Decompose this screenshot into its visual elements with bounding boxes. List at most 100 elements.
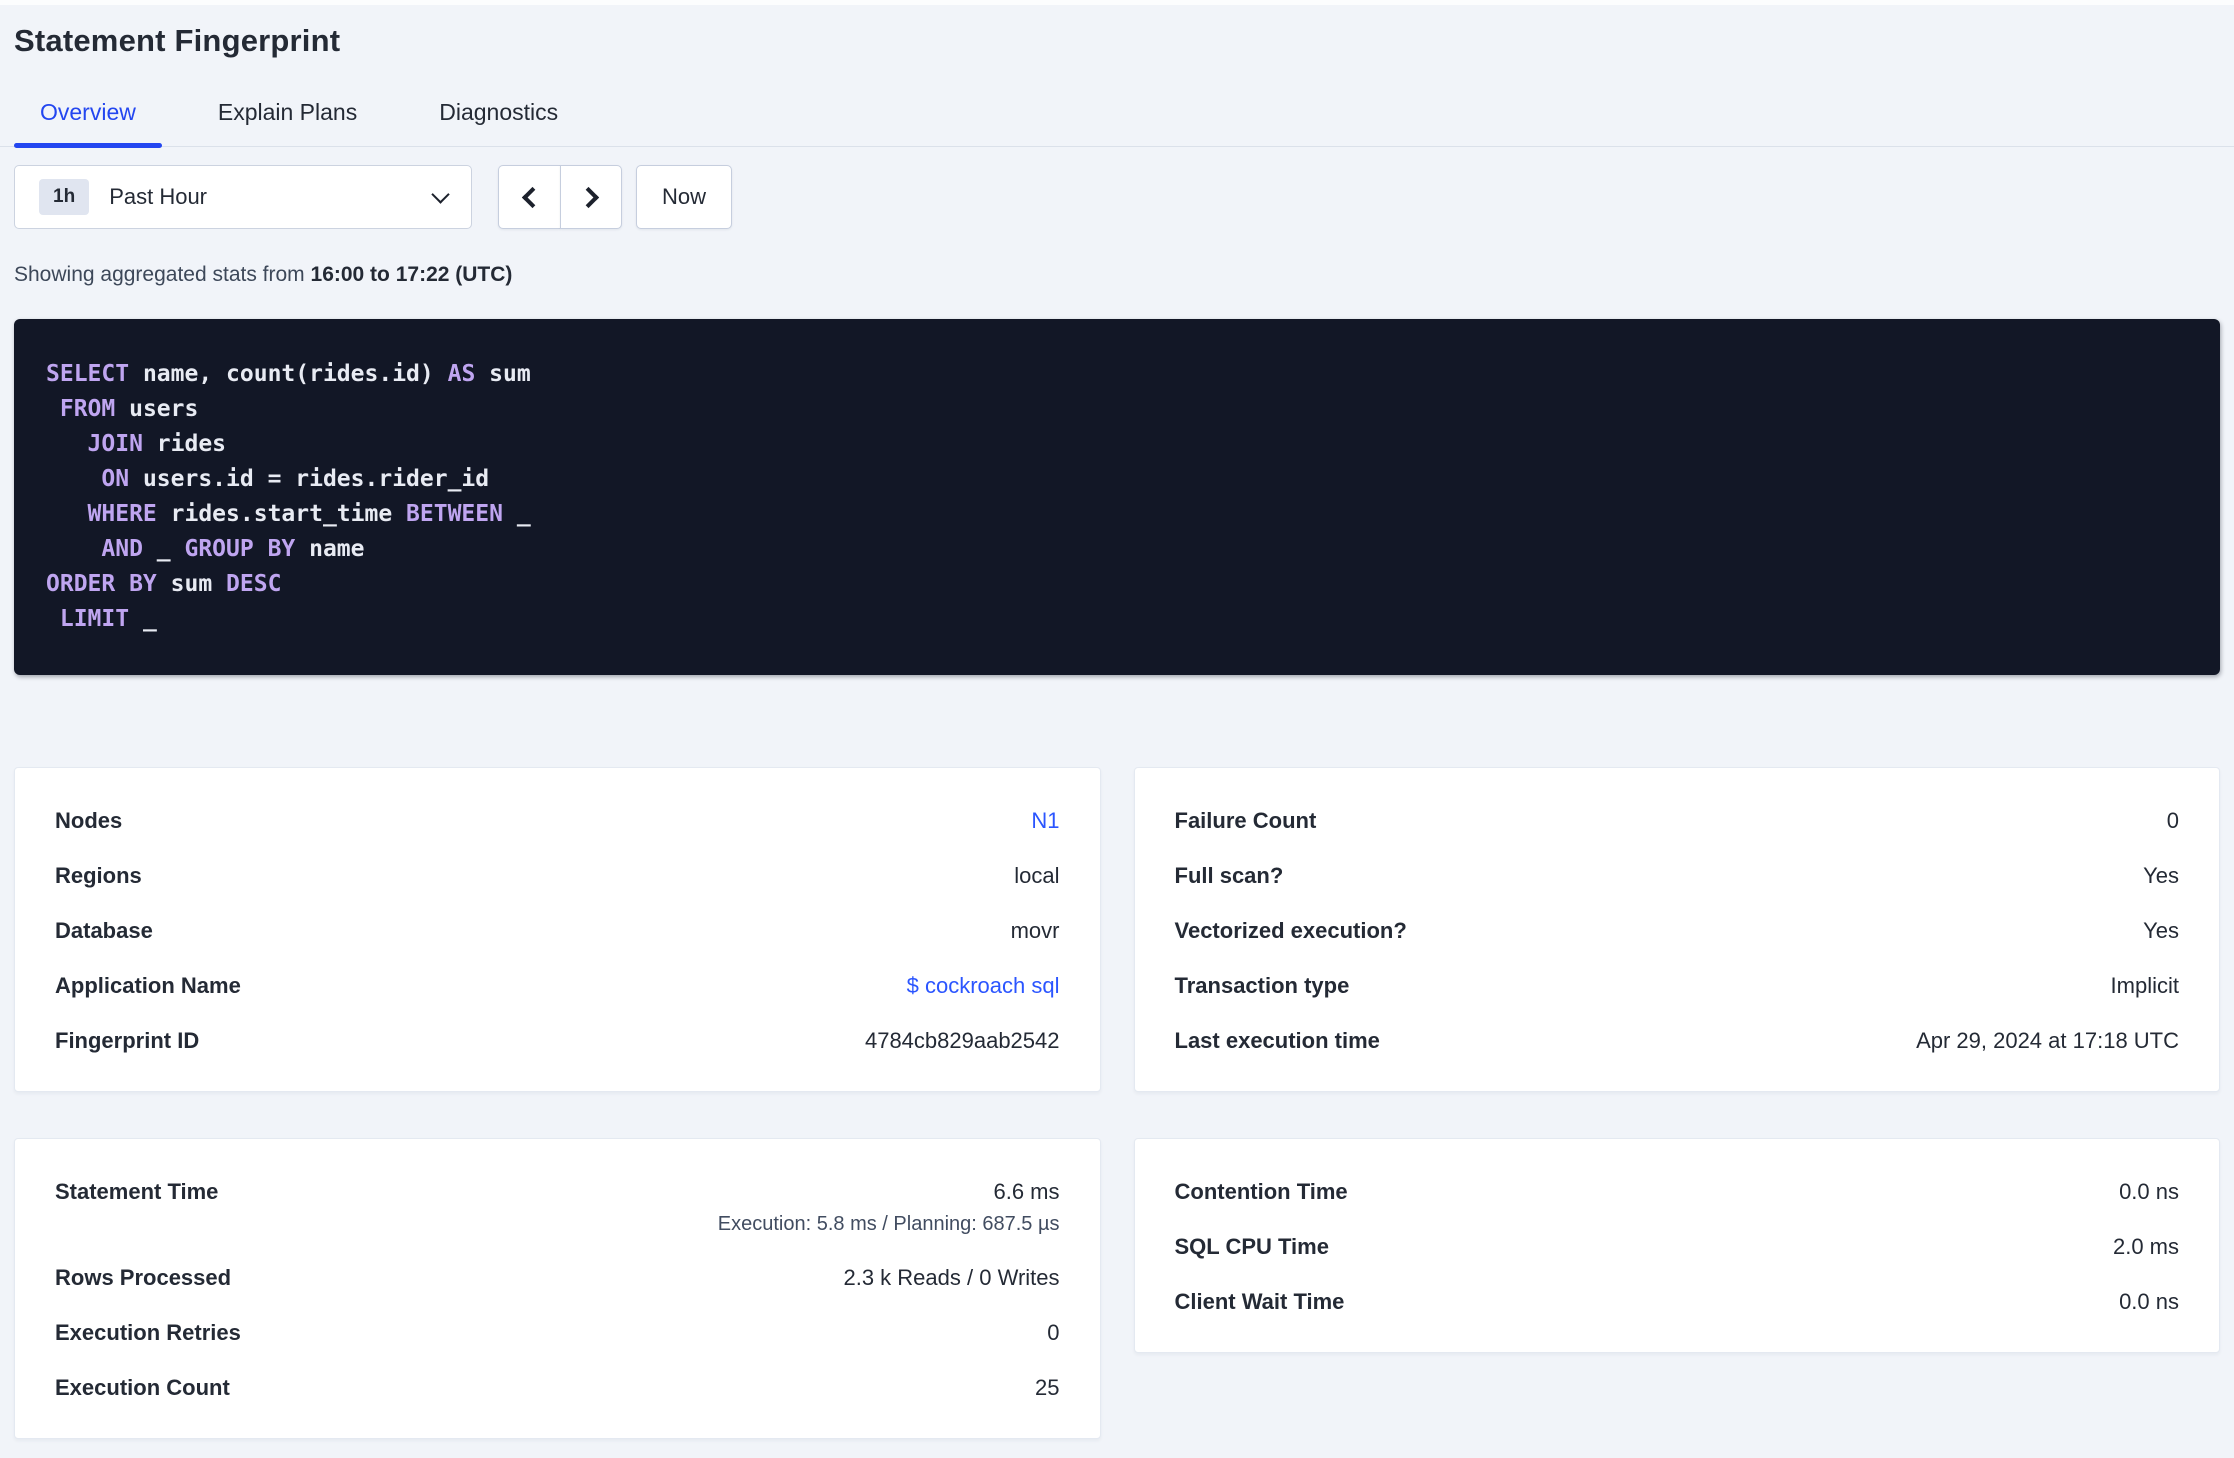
stat-row-execution-count: Execution Count 25: [55, 1373, 1060, 1402]
page-title: Statement Fingerprint: [14, 23, 341, 58]
sql-keyword: DESC: [226, 571, 282, 597]
execution-stats-card: Statement Time 6.6 ms Execution: 5.8 ms / …: [14, 1138, 1101, 1439]
tabs-row: Overview Explain Plans Diagnostics: [0, 99, 2234, 148]
execution-attributes-card: Failure Count 0 Full scan? Yes Vectorized ex…: [1133, 767, 2220, 1092]
stat-value: 25: [1035, 1375, 1060, 1400]
sql-text: rides.start_time: [156, 501, 407, 527]
sql-text: rides: [142, 431, 227, 457]
stat-row-regions: Regions local: [55, 861, 1060, 890]
sql-keyword: AND: [101, 536, 143, 562]
sql-text: sum: [475, 361, 531, 387]
stat-label: Execution Retries: [55, 1320, 241, 1345]
sql-keyword: ON: [101, 466, 130, 492]
stat-label: Regions: [55, 863, 142, 888]
statement-fingerprint-page: Statement Fingerprint Overview Explain Pl…: [0, 5, 2234, 1453]
stat-label: Fingerprint ID: [55, 1028, 200, 1053]
sql-code-line: SELECT name, count(rides.id) AS sum: [46, 357, 2188, 392]
chevron-right-icon: [577, 186, 599, 208]
sql-keyword: GROUP BY: [184, 536, 296, 562]
statement-details-card: Nodes N1 Regions local Database movr Applicati…: [14, 767, 1101, 1092]
stat-row-transaction-type: Transaction type Implicit: [1175, 971, 2180, 1000]
sql-code-line: FROM users: [46, 392, 2188, 427]
sql-keyword: WHERE: [87, 501, 157, 527]
sql-keyword: SELECT: [46, 361, 130, 387]
sql-text: name, count(rides.id): [129, 361, 448, 387]
stat-value: Apr 29, 2024 at 17:18 UTC: [1916, 1028, 2179, 1053]
sql-code-line: ON users.id = rides.rider_id: [46, 462, 2188, 497]
stats-summary-text: Showing aggregated stats from 16:00 to 1…: [14, 263, 2220, 287]
stat-row-client-wait-time: Client Wait Time 0.0 ns: [1175, 1287, 2180, 1316]
stat-label: Contention Time: [1174, 1179, 1348, 1204]
stat-value: 6.6 ms: [993, 1179, 1060, 1204]
stat-value: 4784cb829aab2542: [864, 1028, 1060, 1053]
stat-row-contention-time: Contention Time 0.0 ns: [1175, 1177, 2180, 1206]
stat-row-database: Database movr: [55, 916, 1060, 945]
time-toolbar: 1h Past Hour Now: [14, 165, 2220, 229]
stats-summary-range: 16:00 to 17:22 (UTC): [310, 263, 513, 286]
stat-label: Rows Processed: [55, 1265, 232, 1290]
stat-row-sql-cpu-time: SQL CPU Time 2.0 ms: [1175, 1232, 2180, 1261]
stat-row-rows-processed: Rows Processed 2.3 k Reads / 0 Writes: [55, 1263, 1060, 1292]
stat-value: 0: [2166, 808, 2179, 833]
sql-text: users: [115, 396, 199, 422]
chevron-left-icon: [521, 186, 544, 208]
time-range-badge: 1h: [39, 179, 90, 215]
sql-text: sum: [156, 571, 227, 597]
stat-label: Statement Time: [55, 1179, 219, 1204]
time-range-dropdown[interactable]: 1h Past Hour: [14, 165, 472, 229]
stat-row-application-name: Application Name $ cockroach sql: [55, 971, 1060, 1000]
stat-value: movr: [1010, 918, 1060, 943]
tab-explain-plans[interactable]: Explain Plans: [192, 99, 383, 146]
stat-row-full-scan: Full scan? Yes: [1175, 861, 2180, 890]
stat-value: Yes: [2143, 863, 2179, 888]
stat-label: Database: [55, 918, 153, 943]
timing-stats-card: Contention Time 0.0 ns SQL CPU Time 2.0 ms C…: [1133, 1138, 2220, 1353]
stat-row-failure-count: Failure Count 0: [1175, 806, 2180, 835]
sql-keyword: JOIN: [87, 431, 143, 457]
stat-label: Client Wait Time: [1174, 1289, 1345, 1314]
stat-subvalue: Execution: 5.8 ms / Planning: 687.5 µs: [717, 1213, 1060, 1235]
stat-row-vectorized-execution: Vectorized execution? Yes: [1175, 916, 2180, 945]
stat-label: Full scan?: [1174, 863, 1284, 888]
sql-code-line: WHERE rides.start_time BETWEEN _: [46, 497, 2188, 532]
sql-statement-box: SELECT name, count(rides.id) AS sum FROM…: [14, 319, 2220, 675]
now-button[interactable]: Now: [636, 165, 732, 229]
stat-row-fingerprint-id: Fingerprint ID 4784cb829aab2542: [55, 1026, 1060, 1055]
sql-keyword: BETWEEN: [406, 501, 503, 527]
sql-text: _: [502, 501, 531, 527]
stat-value-link[interactable]: N1: [1031, 806, 1059, 835]
stat-value-link[interactable]: $ cockroach sql: [907, 971, 1060, 1000]
sql-code-line: AND _ GROUP BY name: [46, 532, 2188, 567]
next-interval-button[interactable]: [560, 165, 622, 229]
prev-interval-button[interactable]: [498, 165, 560, 229]
stat-label: SQL CPU Time: [1174, 1234, 1329, 1259]
stat-value: local: [1014, 863, 1060, 888]
stat-value: 0: [1047, 1320, 1060, 1345]
stat-row-last-execution-time: Last execution time Apr 29, 2024 at 17:18…: [1175, 1026, 2180, 1055]
tab-overview[interactable]: Overview: [14, 99, 162, 148]
time-range-label: Past Hour: [109, 184, 208, 209]
sql-text: _: [142, 536, 185, 562]
stat-label: Failure Count: [1174, 808, 1317, 833]
stat-value: Implicit: [2110, 973, 2179, 998]
sql-keyword: LIMIT: [59, 606, 130, 632]
stat-label: Last execution time: [1174, 1028, 1380, 1053]
stat-value: 2.0 ms: [2112, 1234, 2179, 1259]
stat-label: Nodes: [55, 808, 123, 833]
sql-text: users.id = rides.rider_id: [129, 466, 490, 492]
stats-summary-prefix: Showing aggregated stats from: [14, 263, 311, 286]
tab-diagnostics[interactable]: Diagnostics: [413, 99, 584, 146]
sql-keyword: ORDER BY: [46, 571, 157, 597]
sql-text: _: [129, 606, 157, 632]
sql-code-line: JOIN rides: [46, 427, 2188, 462]
sql-keyword: FROM: [59, 396, 116, 422]
stat-label: Vectorized execution?: [1174, 918, 1407, 943]
stat-value: 0.0 ns: [2119, 1179, 2179, 1204]
sql-code-line: LIMIT _: [46, 602, 2188, 637]
interval-arrow-group: [498, 165, 622, 229]
stats-cards-grid: Nodes N1 Regions local Database movr Applicati…: [14, 767, 2220, 1453]
